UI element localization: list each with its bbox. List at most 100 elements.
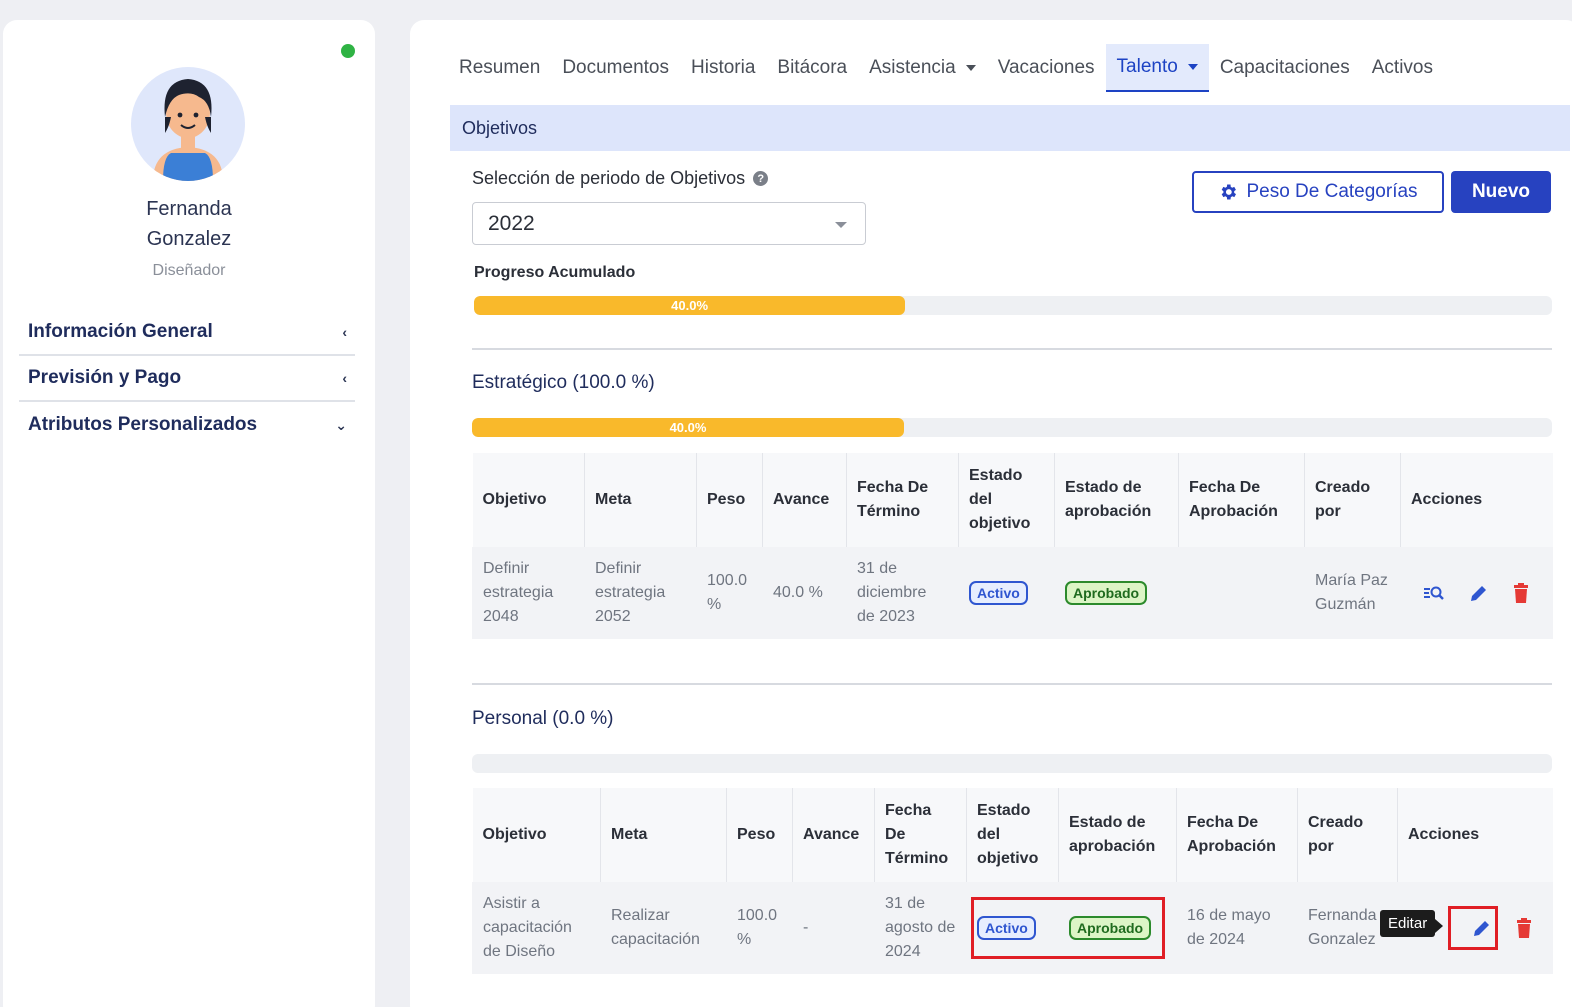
column-header: Estado del objetivo: [966, 788, 1059, 882]
edit-tooltip: Editar: [1380, 910, 1444, 937]
cell-fecha-termino: 31 de diciembre de 2023: [846, 547, 959, 639]
side-item-atributos-personalizados[interactable]: Atributos Personalizados ⌄: [19, 402, 355, 448]
table-header-row: Objetivo Meta Peso Avance Fecha De Térmi…: [472, 788, 1553, 882]
side-item-label: Información General: [28, 321, 213, 342]
tab-documentos[interactable]: Documentos: [551, 44, 680, 92]
column-header: Acciones: [1397, 788, 1553, 882]
approval-badge: Aprobado: [1065, 580, 1148, 605]
profile-sidebar: Fernanda Gonzalez Diseñador Información …: [3, 20, 375, 1007]
cell-fecha-termino: 31 de agosto de 2024: [874, 882, 967, 974]
period-select[interactable]: 2022: [472, 202, 866, 245]
tab-label: Bitácora: [777, 57, 848, 78]
delete-trash-icon[interactable]: [1516, 918, 1532, 938]
column-header: Fecha De Término: [846, 453, 959, 547]
view-details-icon[interactable]: [1423, 584, 1445, 602]
cell-avance: 40.0 %: [762, 547, 847, 639]
tab-activos[interactable]: Activos: [1361, 44, 1444, 92]
progress-acumulado-fill: 40.0%: [474, 296, 906, 315]
column-header: Estado de aprobación: [1058, 788, 1177, 882]
tab-capacitaciones[interactable]: Capacitaciones: [1209, 44, 1361, 92]
avatar: [131, 67, 245, 181]
tab-label: Resumen: [459, 57, 541, 78]
caret-down-icon: [1187, 64, 1198, 70]
estrategico-progress-bar: 40.0%: [472, 418, 1552, 437]
tab-historia[interactable]: Historia: [680, 44, 766, 92]
cell-objetivo: Asistir a capacitación de Diseño: [472, 882, 601, 974]
profile-last-name: Gonzalez: [146, 228, 232, 250]
tab-label: Asistencia: [869, 57, 956, 78]
table-row: Definir estrategia 2048 Definir estrateg…: [472, 547, 1553, 639]
side-item-informacion-general[interactable]: Información General ‹: [19, 310, 355, 356]
chevron-down-icon: ⌄: [335, 416, 347, 433]
cell-estado-aprobacion: Aprobado: [1054, 547, 1179, 639]
side-menu: Información General ‹ Previsión y Pago ‹…: [19, 310, 355, 448]
progress-acumulado-bar: 40.0%: [474, 296, 1552, 315]
column-header: Peso: [696, 453, 763, 547]
cell-meta: Definir estrategia 2052: [584, 547, 697, 639]
estrategico-table: Objetivo Meta Peso Avance Fecha De Térmi…: [472, 453, 1553, 639]
group-title-estrategico: Estratégico (100.0 %): [472, 372, 655, 393]
period-label: Selección de periodo de Objetivos ?: [472, 168, 769, 189]
row-actions: [1411, 583, 1543, 603]
tab-resumen[interactable]: Resumen: [448, 44, 551, 92]
highlight-box-status: [971, 897, 1165, 959]
tab-label: Documentos: [562, 57, 669, 78]
tab-vacaciones[interactable]: Vacaciones: [987, 44, 1106, 92]
divider: [472, 683, 1552, 685]
period-selected-value: 2022: [488, 211, 535, 235]
peso-categorias-button[interactable]: Peso De Categorías: [1192, 171, 1444, 213]
cell-estado-objetivo: Activo: [958, 547, 1055, 639]
profile-name: Fernanda Gonzalez: [3, 194, 375, 254]
cell-meta: Realizar capacitación: [600, 882, 727, 974]
column-header: Objetivo: [472, 453, 585, 547]
tab-label: Talento: [1116, 56, 1178, 77]
cell-acciones: [1400, 547, 1553, 639]
tab-bar: Resumen Documentos Historia Bitácora Asi…: [448, 44, 1444, 92]
cell-fecha-aprobacion: 16 de mayo de 2024: [1176, 882, 1298, 974]
side-item-label: Previsión y Pago: [28, 367, 182, 388]
chevron-left-icon: ‹: [342, 324, 347, 340]
cell-objetivo: Definir estrategia 2048: [472, 547, 585, 639]
column-header: Estado del objetivo: [958, 453, 1055, 547]
column-header: Fecha De Aprobación: [1176, 788, 1298, 882]
tab-label: Activos: [1371, 57, 1433, 78]
column-header: Objetivo: [472, 788, 601, 882]
tab-talento[interactable]: Talento: [1105, 44, 1209, 92]
tab-asistencia[interactable]: Asistencia: [858, 44, 987, 92]
cell-creado-por: María Paz Guzmán: [1304, 547, 1401, 639]
column-header: Avance: [762, 453, 847, 547]
delete-trash-icon[interactable]: [1513, 583, 1529, 603]
edit-pencil-icon[interactable]: [1469, 583, 1489, 603]
profile-role: Diseñador: [152, 262, 226, 279]
column-header: Meta: [584, 453, 697, 547]
column-header: Avance: [792, 788, 875, 882]
chevron-down-icon: [835, 222, 847, 228]
column-header: Fecha De Término: [874, 788, 967, 882]
status-badge: Activo: [969, 580, 1028, 605]
tab-label: Capacitaciones: [1219, 57, 1350, 78]
estrategico-progress-fill: 40.0%: [472, 418, 904, 437]
tab-bitacora[interactable]: Bitácora: [766, 44, 858, 92]
online-status-dot: [341, 44, 355, 58]
table-header-row: Objetivo Meta Peso Avance Fecha De Térmi…: [472, 453, 1553, 547]
section-header-objetivos: Objetivos: [450, 105, 1570, 151]
side-item-prevision-pago[interactable]: Previsión y Pago ‹: [19, 356, 355, 402]
column-header: Peso: [726, 788, 793, 882]
gear-icon: [1222, 184, 1237, 200]
main-panel: Resumen Documentos Historia Bitácora Asi…: [410, 20, 1572, 1007]
caret-down-icon: [965, 65, 976, 71]
personal-progress-bar: [472, 754, 1552, 773]
progress-acumulado-label: Progreso Acumulado: [474, 264, 636, 281]
help-icon[interactable]: ?: [753, 171, 769, 186]
cell-fecha-aprobacion: [1178, 547, 1305, 639]
cell-peso: 100.0 %: [696, 547, 763, 639]
cell-peso: 100.0 %: [726, 882, 793, 974]
column-header: Estado de aprobación: [1054, 453, 1179, 547]
chevron-left-icon: ‹: [342, 370, 347, 386]
tab-label: Historia: [691, 57, 756, 78]
column-header: Creado por: [1304, 453, 1401, 547]
cell-avance: -: [792, 882, 875, 974]
nuevo-button[interactable]: Nuevo: [1451, 171, 1551, 213]
divider: [472, 348, 1552, 350]
column-header: Creado por: [1297, 788, 1398, 882]
